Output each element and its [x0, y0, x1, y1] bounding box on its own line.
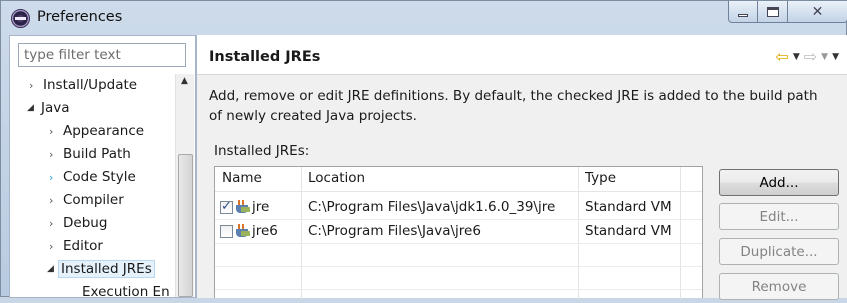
forward-dropdown-icon[interactable]: ▼: [821, 52, 828, 62]
tree-item-label: Editor: [63, 238, 103, 254]
installed-jres-label: Installed JREs:: [214, 143, 310, 159]
minimize-icon: [738, 14, 748, 17]
tree-item-installed-jres[interactable]: ◢ Installed JREs: [47, 258, 155, 280]
column-divider: [301, 167, 302, 299]
tree-item-label: Build Path: [63, 146, 131, 162]
jre-name: jre: [252, 199, 270, 215]
tree-item-label: Debug: [63, 215, 108, 231]
jre-icon: [235, 200, 251, 214]
title-bar: Preferences ✕: [1, 1, 847, 35]
tree-item-label: Code Style: [63, 169, 136, 185]
view-menu-icon[interactable]: ▼: [832, 52, 839, 62]
row-divider: [215, 289, 702, 290]
jre-checkbox[interactable]: [220, 224, 233, 238]
close-icon: ✕: [811, 3, 824, 20]
scroll-up-icon[interactable]: ▲: [181, 76, 188, 86]
forward-arrow-icon[interactable]: ⇨: [804, 47, 817, 66]
table-header: Name Location Type: [215, 167, 702, 192]
expanded-triangle-icon[interactable]: ◢: [27, 103, 41, 113]
chevron-right-icon[interactable]: ›: [49, 194, 63, 207]
page-title: Installed JREs: [209, 49, 321, 65]
minimize-button[interactable]: [728, 1, 758, 23]
tree-item-label: Installed JREs: [58, 260, 155, 278]
preferences-tree-panel: › Install/Update ◢ Java › Appearance › B…: [9, 35, 196, 300]
tree-item-execution-environments[interactable]: Execution En: [82, 281, 170, 303]
tree-scrollbar[interactable]: ▲: [175, 74, 194, 297]
tree-item-label: Install/Update: [43, 77, 138, 93]
tree-item-install-update[interactable]: › Install/Update: [29, 74, 137, 96]
column-header-name[interactable]: Name: [222, 170, 262, 186]
chevron-right-icon[interactable]: ›: [29, 79, 43, 92]
jre-location: C:\Program Files\Java\jre6: [308, 223, 481, 239]
remove-button[interactable]: Remove: [719, 273, 839, 300]
row-divider: [215, 243, 702, 244]
jre-type: Standard VM: [585, 199, 672, 215]
column-header-type[interactable]: Type: [585, 170, 616, 186]
tree-item-java[interactable]: ◢ Java: [27, 97, 70, 119]
column-divider: [578, 167, 579, 299]
page-header: Installed JREs ⇦ ▼ ⇨ ▼ ▼: [197, 35, 847, 75]
tree-item-build-path[interactable]: › Build Path: [49, 143, 131, 165]
edit-button[interactable]: Edit...: [719, 203, 839, 230]
jre-checkbox[interactable]: [220, 199, 233, 214]
tree-item-label: Compiler: [63, 192, 124, 208]
maximize-button[interactable]: [757, 1, 788, 23]
back-dropdown-icon[interactable]: ▼: [793, 52, 800, 62]
tree-item-label: Java: [41, 100, 70, 116]
close-button[interactable]: ✕: [787, 1, 847, 23]
chevron-right-icon[interactable]: ›: [49, 171, 63, 184]
chevron-right-icon[interactable]: ›: [49, 125, 63, 138]
installed-jres-table[interactable]: Name Location Type jre C:\Program Files\…: [214, 166, 703, 299]
tree-item-appearance[interactable]: › Appearance: [49, 120, 144, 142]
jre-location: C:\Program Files\Java\jdk1.6.0_39\jre: [308, 199, 556, 215]
eclipse-icon: [11, 9, 30, 28]
table-row[interactable]: jre6: [220, 220, 278, 242]
preferences-window: Preferences ✕ › Install/Update ◢ Java › …: [0, 0, 847, 300]
add-button[interactable]: Add...: [719, 169, 839, 196]
page-description: Add, remove or edit JRE definitions. By …: [209, 88, 818, 124]
column-divider: [680, 167, 681, 299]
tree-item-compiler[interactable]: › Compiler: [49, 189, 124, 211]
chevron-right-icon[interactable]: ›: [49, 148, 63, 161]
tree-item-editor[interactable]: › Editor: [49, 235, 103, 257]
jre-name: jre6: [252, 223, 278, 239]
tree-item-debug[interactable]: › Debug: [49, 212, 107, 234]
duplicate-button[interactable]: Duplicate...: [719, 238, 839, 265]
back-arrow-icon[interactable]: ⇦: [775, 47, 788, 66]
tree-item-label: Appearance: [63, 123, 145, 139]
tree-item-label: Execution En: [82, 284, 170, 300]
column-header-location[interactable]: Location: [308, 170, 365, 186]
jre-icon: [235, 224, 251, 238]
chevron-right-icon[interactable]: ›: [49, 240, 63, 253]
maximize-icon: [766, 6, 779, 17]
chevron-right-icon[interactable]: ›: [49, 217, 63, 230]
scrollbar-thumb[interactable]: [178, 154, 193, 297]
table-row[interactable]: jre: [220, 196, 269, 218]
filter-input[interactable]: [18, 43, 186, 67]
window-title: Preferences: [37, 9, 123, 25]
row-divider: [215, 266, 702, 267]
preference-page: Installed JREs ⇦ ▼ ⇨ ▼ ▼ Add, remove or …: [196, 35, 847, 300]
history-navigation: ⇦ ▼ ⇨ ▼ ▼: [775, 47, 839, 66]
tree-item-code-style[interactable]: › Code Style: [49, 166, 136, 188]
jre-type: Standard VM: [585, 223, 672, 239]
